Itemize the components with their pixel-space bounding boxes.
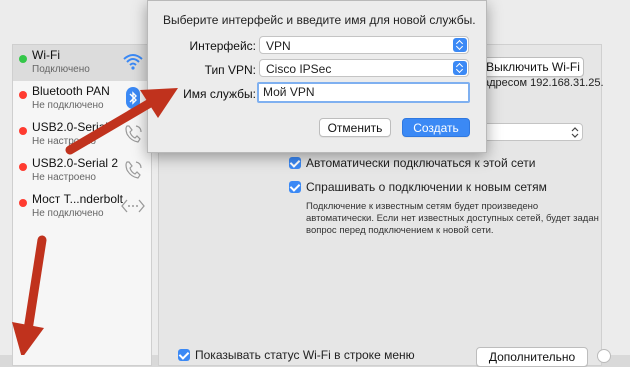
annotation-arrows [12, 88, 178, 355]
arrow-to-add-button [12, 235, 47, 355]
arrow-to-service-name [65, 88, 178, 155]
